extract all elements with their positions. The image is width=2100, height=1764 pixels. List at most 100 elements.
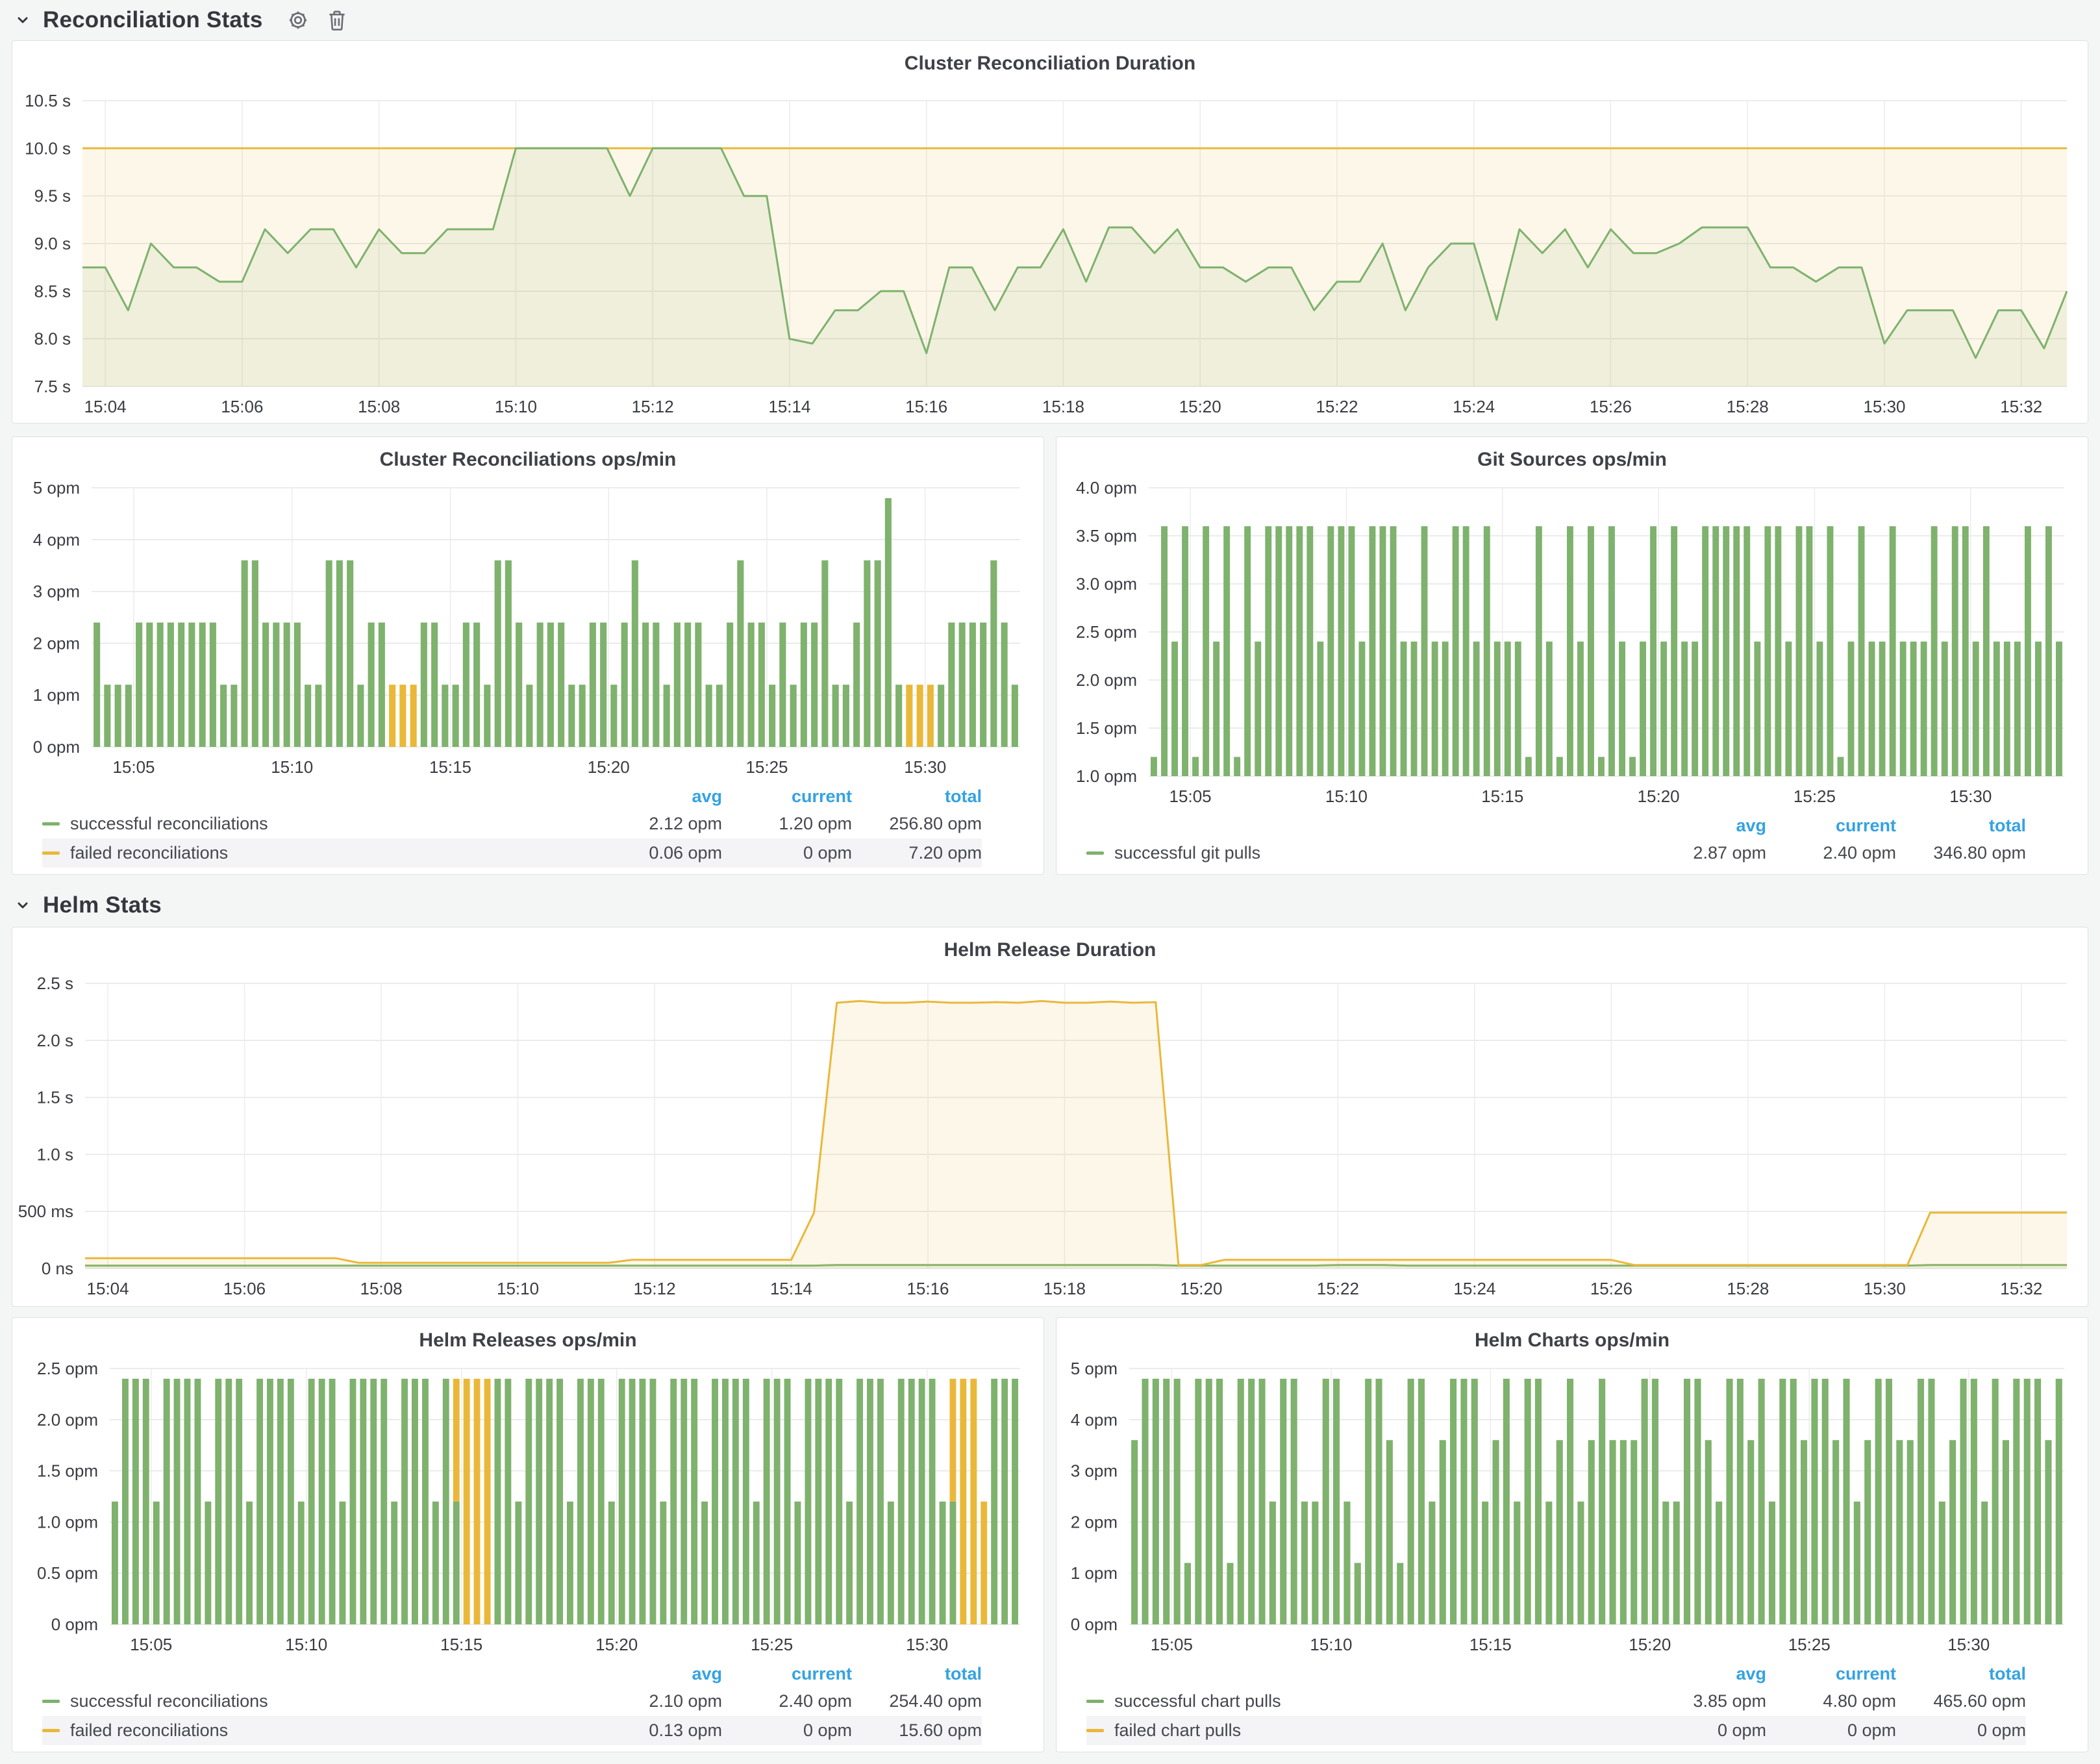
bar-successful[interactable] — [1838, 757, 1844, 776]
bar-successful[interactable] — [1662, 1502, 1669, 1624]
bar-successful[interactable] — [401, 1379, 408, 1624]
bar-successful[interactable] — [2004, 642, 2010, 776]
bar-successful[interactable] — [1390, 526, 1397, 776]
bar-successful[interactable] — [357, 685, 364, 747]
bar-successful[interactable] — [515, 1502, 521, 1624]
bar-successful[interactable] — [236, 1379, 242, 1624]
bar-successful[interactable] — [1275, 526, 1282, 776]
bar-successful[interactable] — [1754, 642, 1760, 776]
bar-failed[interactable] — [484, 1379, 491, 1624]
bar-successful[interactable] — [1567, 526, 1573, 776]
bar-successful[interactable] — [308, 1379, 315, 1624]
bar-successful[interactable] — [743, 1379, 749, 1624]
bar-successful[interactable] — [588, 1379, 594, 1624]
bar-successful[interactable] — [1238, 1379, 1244, 1624]
bar-successful[interactable] — [1460, 1379, 1467, 1624]
bar-successful[interactable] — [153, 1502, 160, 1624]
bar-successful[interactable] — [1790, 1379, 1797, 1624]
bar-successful[interactable] — [769, 685, 775, 747]
bar-successful[interactable] — [695, 623, 701, 748]
bar-successful[interactable] — [143, 1379, 149, 1624]
bar-successful[interactable] — [1764, 526, 1771, 776]
bar-successful[interactable] — [115, 685, 121, 747]
bar-successful[interactable] — [1599, 1379, 1605, 1624]
bar-successful[interactable] — [1848, 642, 1855, 776]
helm-release-duration-chart[interactable]: 0 ns500 ms1.0 s1.5 s2.0 s2.5 s15:0415:06… — [12, 964, 2088, 1306]
bar-successful[interactable] — [877, 1379, 884, 1624]
bar-successful[interactable] — [1801, 1440, 1807, 1624]
bar-failed[interactable] — [970, 1379, 977, 1624]
bar-successful[interactable] — [1442, 642, 1449, 776]
bar-successful[interactable] — [495, 561, 501, 747]
git-sources-opm-chart[interactable]: 1.0 opm1.5 opm2.0 opm2.5 opm3.0 opm3.5 o… — [1056, 473, 2088, 813]
bar-successful[interactable] — [1747, 1440, 1754, 1624]
bar-successful[interactable] — [1213, 642, 1219, 776]
bar-successful[interactable] — [1536, 526, 1542, 776]
bar-successful[interactable] — [277, 1379, 284, 1624]
bar-successful[interactable] — [1494, 642, 1501, 776]
bar-successful[interactable] — [315, 685, 321, 747]
bar-successful[interactable] — [112, 1502, 118, 1624]
legend-sort-current[interactable]: current — [722, 1664, 852, 1684]
bar-successful[interactable] — [753, 1502, 760, 1624]
bar-successful[interactable] — [853, 623, 860, 748]
bar-successful[interactable] — [431, 623, 438, 748]
bar-successful[interactable] — [1692, 642, 1698, 776]
bar-successful[interactable] — [453, 1502, 460, 1624]
bar-successful[interactable] — [1702, 526, 1708, 776]
bar-successful[interactable] — [1012, 1379, 1018, 1624]
bar-successful[interactable] — [381, 1379, 387, 1624]
bar-successful[interactable] — [1171, 642, 1178, 776]
bar-successful[interactable] — [412, 1379, 418, 1624]
bar-successful[interactable] — [1921, 642, 1927, 776]
bar-successful[interactable] — [347, 561, 353, 747]
bar-successful[interactable] — [1723, 526, 1729, 776]
bar-successful[interactable] — [1971, 1379, 1977, 1624]
bar-failed[interactable] — [474, 1379, 481, 1624]
bar-successful[interactable] — [443, 1379, 449, 1624]
bar-successful[interactable] — [1163, 1379, 1169, 1624]
panel-title[interactable]: Helm Release Duration — [12, 927, 2088, 964]
bar-successful[interactable] — [1806, 526, 1813, 776]
bar-successful[interactable] — [1001, 623, 1008, 748]
bar-successful[interactable] — [195, 1379, 201, 1624]
bar-successful[interactable] — [629, 1379, 636, 1624]
bar-successful[interactable] — [722, 1379, 729, 1624]
bar-successful[interactable] — [653, 623, 659, 748]
bar-successful[interactable] — [567, 1502, 573, 1624]
bar-successful[interactable] — [1671, 526, 1677, 776]
bar-successful[interactable] — [1174, 1379, 1181, 1624]
bar-successful[interactable] — [294, 623, 301, 748]
bar-successful[interactable] — [712, 1379, 718, 1624]
legend-sort-total[interactable]: total — [1896, 816, 2026, 836]
bar-successful[interactable] — [288, 1379, 294, 1624]
bar-successful[interactable] — [1546, 642, 1553, 776]
bar-successful[interactable] — [1306, 526, 1313, 776]
trash-icon[interactable] — [327, 8, 347, 32]
bar-successful[interactable] — [1397, 1563, 1403, 1624]
bar-successful[interactable] — [579, 685, 586, 747]
bar-successful[interactable] — [1453, 526, 1459, 776]
bar-successful[interactable] — [1567, 1379, 1573, 1624]
bar-successful[interactable] — [157, 623, 164, 748]
bar-successful[interactable] — [2045, 1440, 2051, 1624]
bar-successful[interactable] — [1890, 526, 1896, 776]
bar-successful[interactable] — [1619, 642, 1625, 776]
bar-successful[interactable] — [1206, 1379, 1212, 1624]
legend-series-toggle[interactable]: failed chart pulls — [1086, 1720, 1636, 1741]
bar-failed[interactable] — [950, 1379, 956, 1502]
bar-successful[interactable] — [1681, 642, 1688, 776]
bar-successful[interactable] — [1153, 1379, 1159, 1624]
bar-successful[interactable] — [1012, 685, 1018, 747]
bar-successful[interactable] — [1994, 642, 2000, 776]
bar-successful[interactable] — [1650, 526, 1656, 776]
bar-successful[interactable] — [1323, 1379, 1329, 1624]
bar-successful[interactable] — [1864, 1440, 1871, 1624]
bar-successful[interactable] — [1380, 526, 1386, 776]
bar-successful[interactable] — [832, 685, 839, 747]
bar-successful[interactable] — [536, 1379, 542, 1624]
bar-successful[interactable] — [1652, 1379, 1658, 1624]
bar-successful[interactable] — [1484, 526, 1490, 776]
legend-sort-total[interactable]: total — [852, 787, 982, 807]
bar-successful[interactable] — [329, 1379, 336, 1624]
